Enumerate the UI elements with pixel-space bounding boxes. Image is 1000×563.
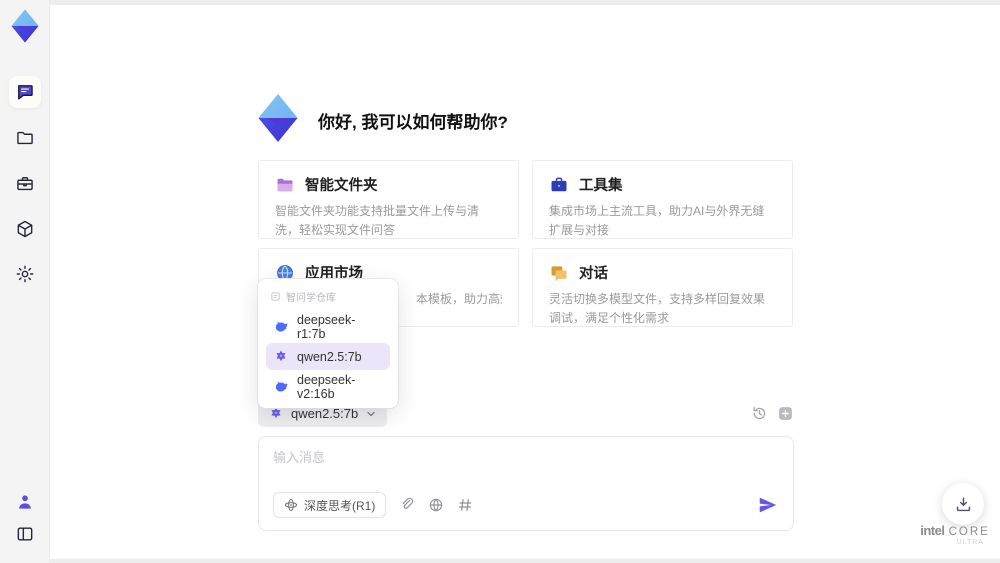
chevron-down-icon <box>367 411 375 416</box>
card-title: 对话 <box>579 266 608 282</box>
qwen-star-icon <box>276 349 286 361</box>
gear-icon <box>16 265 34 283</box>
intel-wordmark: intel <box>920 523 945 538</box>
greeting-title: 你好, 我可以如何帮助你? <box>318 113 508 132</box>
model-option-qwen25[interactable]: qwen2.5:7b <box>266 343 390 370</box>
download-manager-button[interactable] <box>942 483 984 525</box>
hash-icon <box>459 499 472 511</box>
sidebar-item-toolbox[interactable] <box>9 168 41 200</box>
model-option-deepseek-r1[interactable]: deepseek-r1:7b <box>266 313 390 341</box>
app-logo <box>11 9 39 43</box>
card-desc: 集成市场上主流工具，助力AI与外界无缝扩展与对接 <box>549 204 765 237</box>
new-chat-button[interactable] <box>777 405 794 422</box>
cube-icon <box>17 220 33 238</box>
toolbox-icon <box>17 177 33 191</box>
briefcase-blue-icon <box>551 177 567 191</box>
ultra-label: ultra <box>956 539 984 546</box>
sidebar-item-models[interactable] <box>9 213 41 245</box>
model-option-deepseek-v2[interactable]: deepseek-v2:16b <box>266 373 390 401</box>
card-toolset[interactable]: 工具集 集成市场上主流工具，助力AI与外界无缝扩展与对接 <box>532 160 793 239</box>
model-selector-label: qwen2.5:7b <box>291 406 359 421</box>
card-dialogue[interactable]: 对话 灵活切换多模型文件，支持多样回复效果调试，满足个性化需求 <box>532 248 793 327</box>
card-desc: 灵活切换多模型文件，支持多样回复效果调试，满足个性化需求 <box>549 292 766 325</box>
user-icon <box>19 495 31 509</box>
send-button[interactable] <box>757 494 779 516</box>
core-wordmark: core <box>948 526 990 538</box>
repo-icon <box>271 292 280 301</box>
card-title: 工具集 <box>579 178 623 194</box>
intel-core-badge: intel core ultra <box>920 523 990 546</box>
commands-button[interactable] <box>457 497 473 513</box>
card-title: 智能文件夹 <box>305 178 378 194</box>
window-bottom-edge <box>0 559 1000 563</box>
model-dropdown: 智问学仓库 deepseek-r1:7b qwen2.5:7b deepseek… <box>258 279 398 408</box>
globe-icon <box>430 498 443 512</box>
card-smart-folder[interactable]: 智能文件夹 智能文件夹功能支持批量文件上传与清洗，轻松实现文件问答 <box>258 160 519 239</box>
download-icon <box>956 496 970 511</box>
folder-purple-icon <box>277 178 293 191</box>
deepseek-whale-icon <box>275 381 288 392</box>
model-dropdown-header: 智问学仓库 <box>266 287 390 310</box>
web-search-button[interactable] <box>428 497 444 513</box>
greeting-logo <box>258 94 298 142</box>
paperclip-icon <box>402 497 414 509</box>
new-chat-icon <box>779 407 792 420</box>
card-desc: 智能文件夹功能支持批量文件上传与清洗，轻松实现文件问答 <box>275 204 480 237</box>
sidebar-item-user[interactable] <box>9 486 41 518</box>
panel-icon <box>17 527 33 541</box>
sidebar-item-panel-toggle[interactable] <box>9 518 41 550</box>
attach-file-button[interactable] <box>399 497 415 513</box>
send-icon <box>759 497 777 513</box>
chat-icon <box>18 85 33 100</box>
chat-orange-icon <box>551 265 567 281</box>
sidebar-item-folders[interactable] <box>9 122 41 154</box>
sidebar <box>0 0 50 563</box>
sidebar-item-chat[interactable] <box>9 76 41 108</box>
sidebar-item-settings[interactable] <box>9 258 41 290</box>
message-input[interactable] <box>273 447 773 485</box>
history-button[interactable] <box>751 405 768 422</box>
history-icon <box>753 406 766 420</box>
deep-think-toggle[interactable]: 深度思考(R1) <box>273 492 387 518</box>
deep-think-label: 深度思考(R1) <box>304 498 376 513</box>
folder-icon <box>17 131 33 145</box>
atom-icon <box>284 498 298 512</box>
message-composer: 深度思考(R1) <box>258 436 794 531</box>
window-top-edge <box>0 0 1000 5</box>
deepseek-whale-icon <box>275 321 288 332</box>
conversation-actions <box>751 405 794 422</box>
